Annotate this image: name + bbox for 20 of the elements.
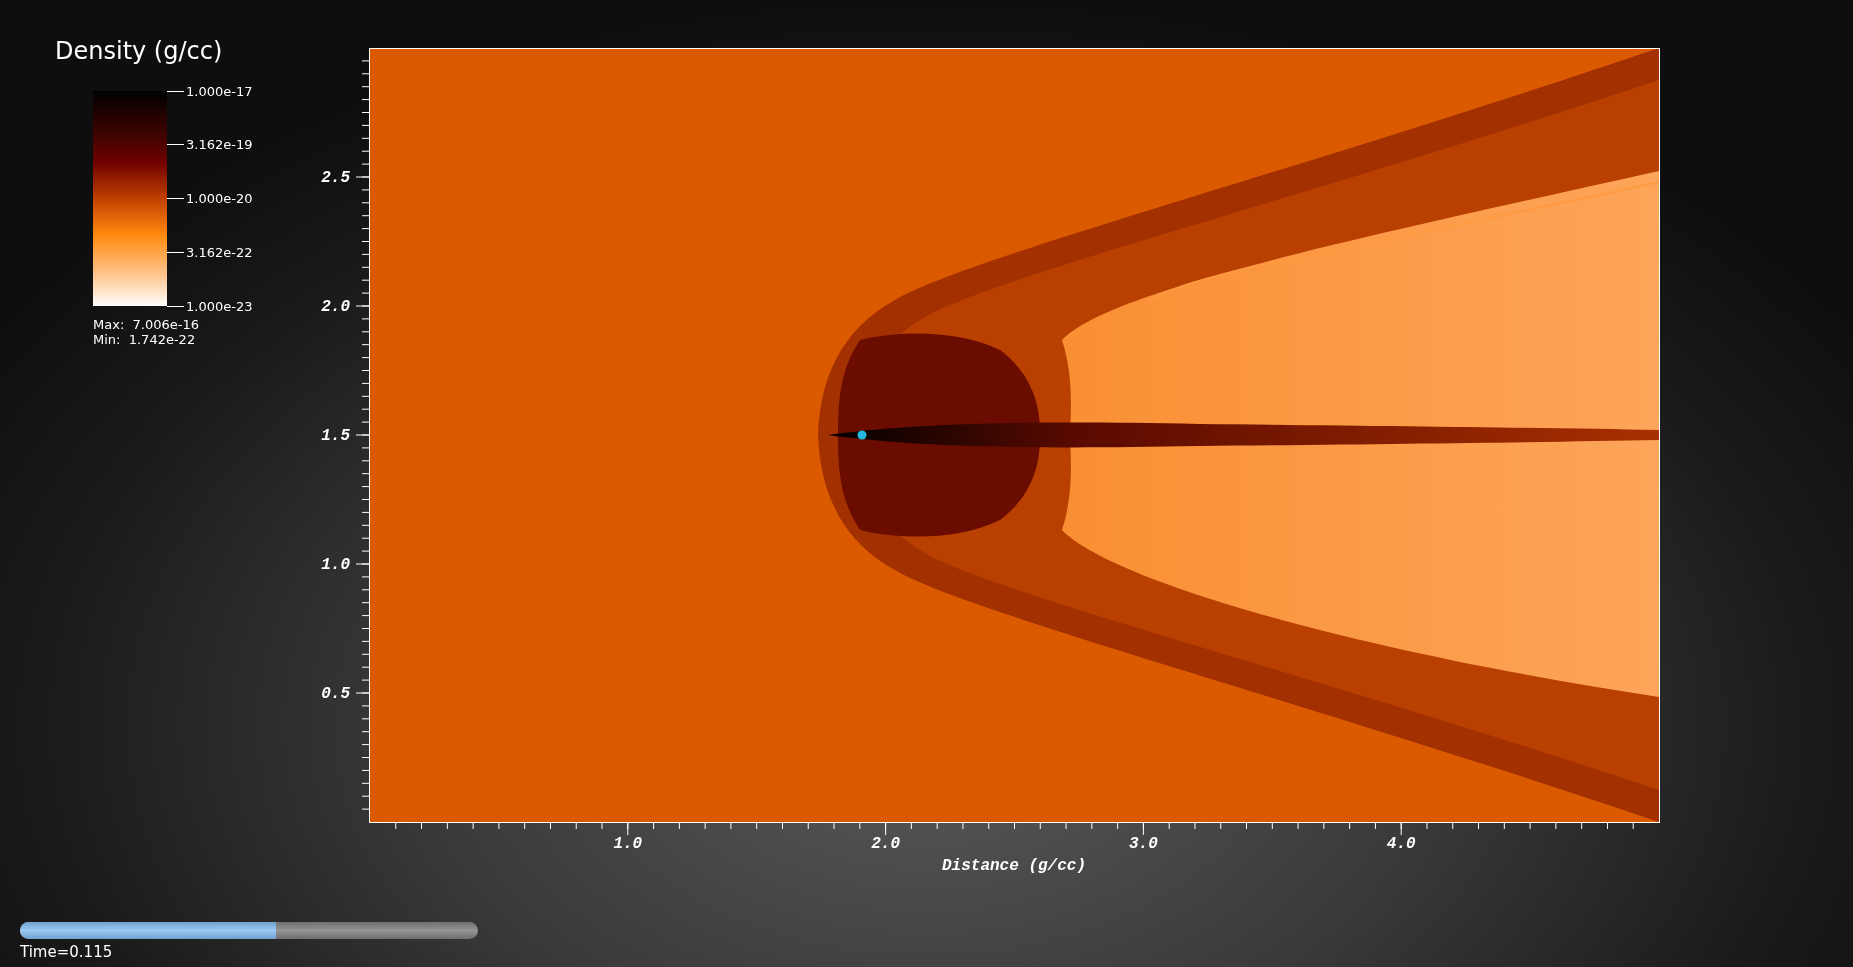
x-axis-title: Distance (g/cc) (942, 857, 1086, 875)
x-tick-label: 2.0 (871, 835, 900, 853)
time-slider[interactable] (20, 922, 478, 939)
scale-label: 1.000e-23 (186, 298, 253, 314)
max-value: Max: 7.006e-16 (93, 317, 199, 332)
y-tick-label: 1.5 (321, 427, 350, 445)
time-label: Time=0.115 (20, 943, 114, 961)
x-tick-label: 3.0 (1129, 835, 1158, 853)
y-tick-label: 1.0 (321, 556, 350, 574)
y-tick-label: 2.0 (321, 298, 350, 316)
scale-label: 3.162e-19 (186, 137, 253, 153)
y-tick-label: 0.5 (321, 685, 350, 703)
scale-label: 1.000e-20 (186, 191, 253, 206)
x-tick-label: 4.0 (1386, 835, 1416, 853)
scale-label: 1.000e-17 (186, 83, 253, 99)
legend-title: Density (g/cc) (55, 36, 224, 66)
x-tick-label: 1.0 (613, 835, 643, 853)
min-value: Min: 1.742e-22 (93, 332, 196, 347)
scale-label: 3.162e-22 (186, 244, 253, 260)
y-tick-label: 2.5 (321, 169, 350, 187)
